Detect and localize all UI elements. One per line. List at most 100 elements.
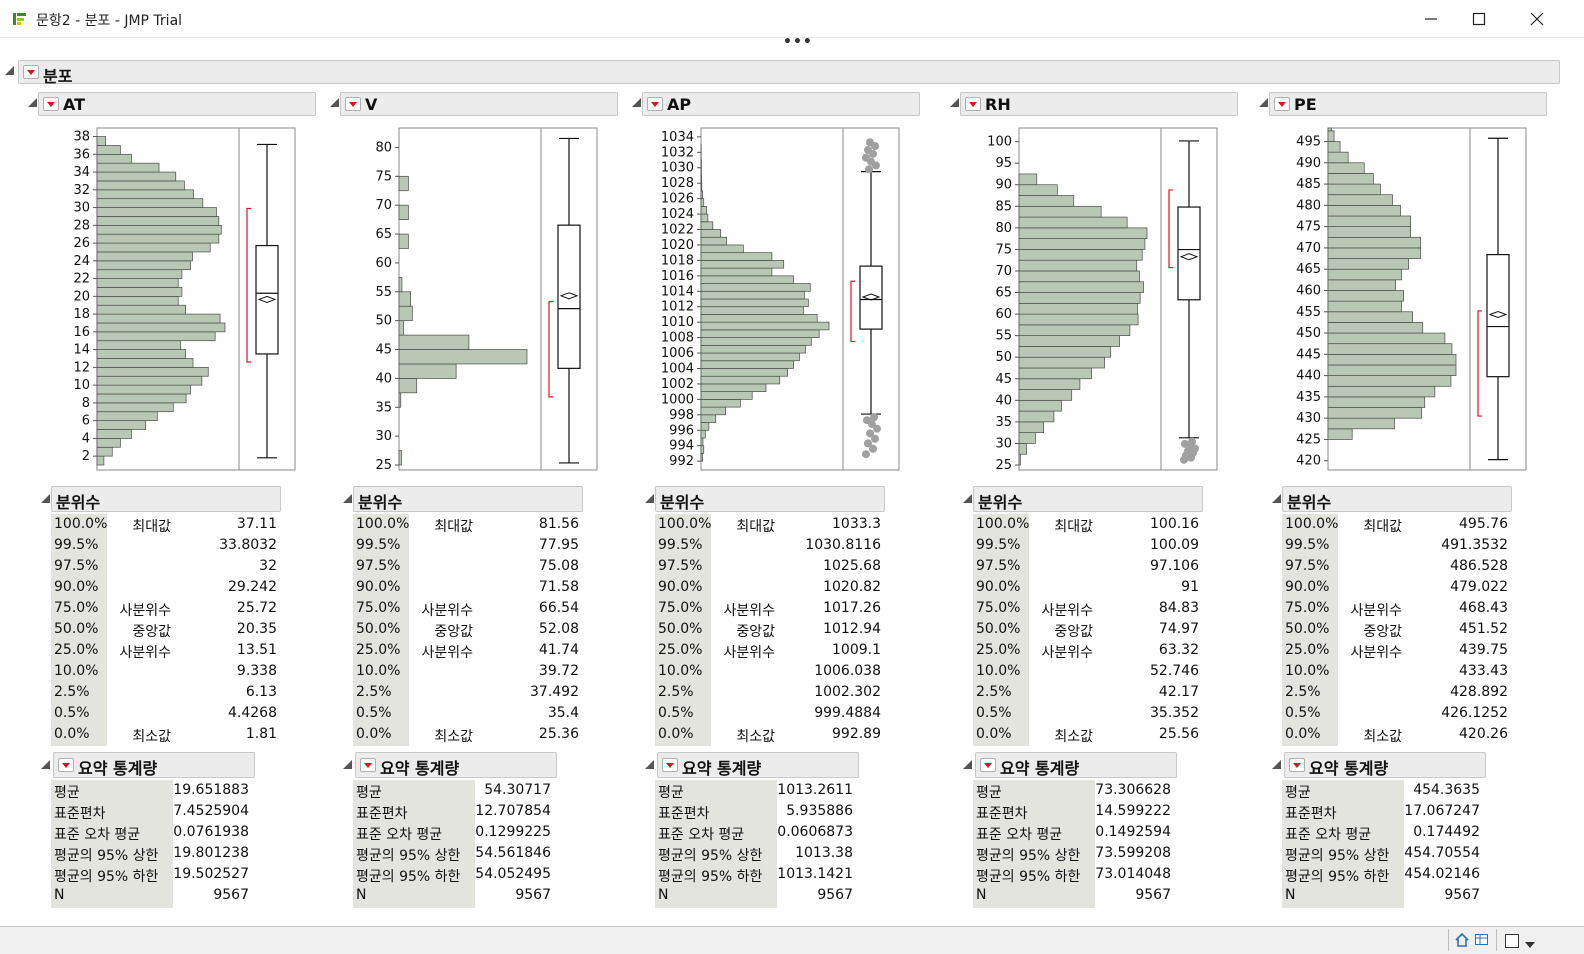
close-button[interactable]: [1524, 6, 1550, 32]
summary-value: 1013.38: [795, 845, 853, 861]
hist-bar: [1327, 226, 1411, 238]
hist-bar: [1327, 279, 1396, 291]
quantile-value: 25.72: [236, 600, 277, 616]
collapse-triangle-icon[interactable]: [330, 98, 339, 107]
variable-menu-button[interactable]: [43, 97, 59, 111]
quantile-name: 최대값: [736, 519, 775, 535]
summary-value: 9567: [515, 887, 551, 903]
minimize-button[interactable]: [1418, 6, 1444, 32]
quantile-name: 최소값: [132, 729, 171, 745]
hist-bar: [700, 252, 773, 261]
summary-value: 7.4525904: [173, 803, 249, 819]
collapse-triangle-icon[interactable]: [950, 98, 959, 107]
collapse-triangle-icon[interactable]: [645, 760, 654, 769]
collapse-triangle-icon[interactable]: [632, 98, 641, 107]
tick-label: 1004: [661, 361, 694, 376]
quantile-level: 2.5%: [658, 684, 694, 700]
hist-bar: [96, 420, 147, 430]
quantiles-header: 분위수: [1282, 486, 1512, 512]
quantile-name: 사분위수: [1041, 645, 1093, 661]
dropdown-arrow-icon[interactable]: [1524, 935, 1536, 954]
hist-bar: [1018, 313, 1139, 326]
summary-header: 요약 통계량: [1284, 752, 1486, 778]
collapse-triangle-icon[interactable]: [343, 494, 352, 503]
hist-bar: [700, 399, 741, 408]
quantile-name: 사분위수: [119, 645, 171, 661]
hist-bar: [1327, 141, 1341, 153]
tick-label: 1010: [661, 315, 694, 330]
hist-bar: [96, 242, 211, 253]
hist-bar: [1018, 216, 1128, 229]
collapse-triangle-icon[interactable]: [1272, 760, 1281, 769]
tick-label: 1000: [661, 392, 694, 407]
variable-menu-button[interactable]: [965, 97, 981, 111]
window-icon[interactable]: [1504, 933, 1520, 953]
quantile-value: 66.54: [538, 600, 579, 616]
hist-bar: [700, 267, 773, 277]
quantile-value: 100.16: [1150, 516, 1199, 532]
summary-menu-button[interactable]: [1289, 758, 1305, 772]
collapse-triangle-icon[interactable]: [41, 494, 50, 503]
maximize-button[interactable]: [1466, 6, 1492, 32]
tick-label: 30: [995, 436, 1012, 451]
hist-bar: [700, 182, 703, 192]
summary-label: 표준편차: [658, 806, 710, 822]
quantile-value: 74.97: [1158, 621, 1199, 637]
tick-label: 8: [82, 396, 90, 411]
tick-label: 475: [1296, 220, 1321, 235]
hist-bar: [1018, 292, 1141, 304]
summary-header: 요약 통계량: [53, 752, 255, 778]
collapse-triangle-icon[interactable]: [41, 760, 50, 769]
summary-value: 454.02146: [1404, 866, 1480, 882]
collapse-triangle-icon[interactable]: [1259, 98, 1268, 107]
summary-label: 평균의 95% 하한: [356, 869, 461, 885]
summary-menu-button[interactable]: [360, 758, 376, 772]
hist-bar: [398, 175, 409, 192]
home-icon[interactable]: [1454, 932, 1470, 952]
quantile-name: 최소값: [1054, 729, 1093, 745]
quantile-level: 25.0%: [54, 642, 99, 658]
collapse-triangle-icon[interactable]: [343, 760, 352, 769]
outlier-point: [866, 138, 874, 147]
summary-value: 19.801238: [173, 845, 249, 861]
collapse-triangle-icon[interactable]: [963, 760, 972, 769]
hist-bar: [700, 329, 820, 338]
quantile-level: 75.0%: [54, 600, 99, 616]
summary-menu-button[interactable]: [58, 758, 74, 772]
collapse-triangle-icon[interactable]: [1272, 494, 1281, 503]
collapse-triangle-icon[interactable]: [28, 98, 37, 107]
tick-label: 470: [1296, 241, 1321, 256]
hist-bar: [700, 422, 710, 431]
table-icon[interactable]: [1474, 932, 1490, 952]
hist-bar: [1327, 236, 1422, 249]
summary-menu-button[interactable]: [662, 758, 678, 772]
tick-label: 450: [1296, 326, 1321, 341]
quantile-name: 최대값: [434, 519, 473, 535]
variable-menu-button[interactable]: [647, 97, 663, 111]
hist-bar: [1327, 353, 1457, 366]
collapse-triangle-icon[interactable]: [5, 66, 14, 75]
hist-bar: [398, 233, 409, 249]
outlier-point: [864, 145, 872, 154]
tick-label: 24: [73, 254, 90, 269]
quantile-level: 99.5%: [356, 537, 401, 553]
tick-label: 992: [669, 454, 694, 469]
quantile-value: 91: [1181, 579, 1199, 595]
summary-menu-button[interactable]: [980, 758, 996, 772]
collapse-triangle-icon[interactable]: [645, 494, 654, 503]
quantile-value: 37.492: [530, 684, 579, 700]
quantile-level: 0.0%: [356, 726, 392, 742]
quantile-level: 99.5%: [976, 537, 1021, 553]
quantile-level: 10.0%: [356, 663, 401, 679]
hist-bar: [1018, 259, 1138, 272]
quantile-name: 중앙값: [1054, 624, 1093, 640]
quantile-value: 992.89: [832, 726, 881, 742]
variable-menu-button[interactable]: [1274, 97, 1290, 111]
collapse-triangle-icon[interactable]: [963, 494, 972, 503]
hist-bar: [96, 446, 113, 457]
variable-header: PE: [1269, 92, 1547, 116]
hist-bar: [96, 251, 193, 262]
quantile-level: 2.5%: [356, 684, 392, 700]
variable-menu-button[interactable]: [345, 97, 361, 111]
hist-bar: [700, 368, 788, 377]
